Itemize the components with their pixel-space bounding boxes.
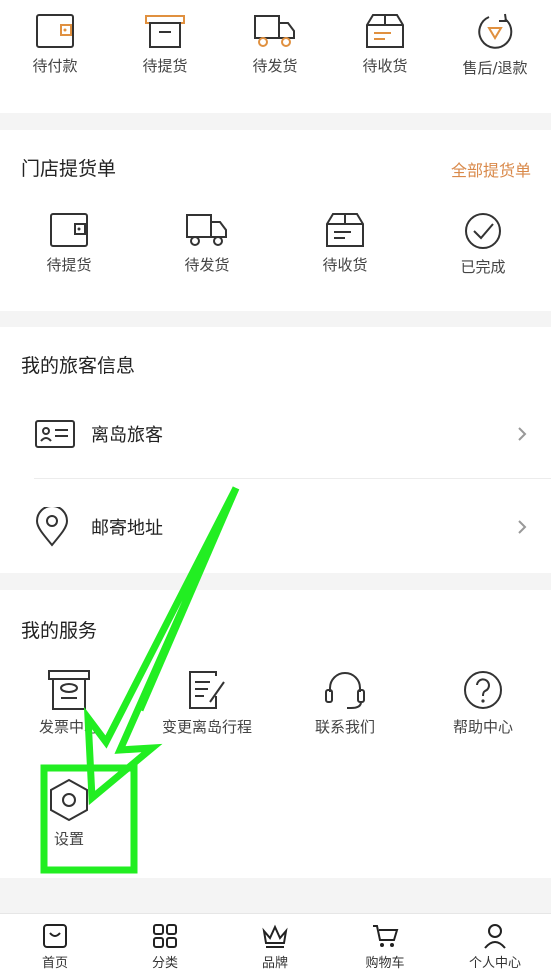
chevron-right-icon — [518, 519, 527, 534]
store-pickup-title: 门店提货单 — [21, 158, 117, 180]
service-label: 变更离岛行程 — [161, 718, 252, 736]
service-contact-us[interactable]: 联系我们 — [290, 670, 400, 737]
service-label: 发票中心 — [38, 718, 99, 736]
package-icon — [326, 213, 364, 247]
pickup-label: 待发货 — [184, 256, 230, 274]
service-label: 联系我们 — [314, 718, 375, 736]
tab-category[interactable]: 分类 — [110, 914, 220, 980]
service-help-center[interactable]: 帮助中心 — [428, 670, 538, 737]
service-invoice-center[interactable]: 发票中心 — [14, 670, 124, 737]
service-change-itinerary[interactable]: 变更离岛行程 — [152, 670, 262, 737]
service-label: 帮助中心 — [452, 718, 513, 736]
tab-home[interactable]: 首页 — [0, 914, 110, 980]
row-divider — [34, 478, 551, 479]
refund-icon — [478, 13, 513, 49]
grid-icon — [153, 924, 177, 948]
pickup-label: 已完成 — [460, 258, 506, 276]
id-card-icon — [35, 419, 75, 448]
service-label: 设置 — [53, 830, 84, 848]
location-pin-icon — [35, 506, 69, 547]
order-label: 待提货 — [142, 57, 188, 75]
row-label: 邮寄地址 — [91, 517, 163, 539]
chevron-right-icon — [518, 426, 527, 441]
tab-label: 首页 — [41, 956, 68, 971]
pickup-pending-receipt[interactable]: 待收货 — [290, 212, 400, 275]
wallet-icon — [36, 14, 74, 48]
row-label: 离岛旅客 — [91, 424, 163, 446]
bottom-tab-bar: 首页 分类 品牌 购物车 个人中心 — [0, 913, 551, 980]
box-icon — [145, 15, 185, 48]
order-status-section: 待付款 待提货 待发货 待收货 售后/退款 — [0, 0, 551, 113]
store-pickup-section: 门店提货单 全部提货单 待提货 待发货 待收货 已完成 — [0, 130, 551, 311]
row-outbound-traveler[interactable]: 离岛旅客 — [0, 387, 551, 480]
tab-label: 品牌 — [261, 956, 288, 971]
cart-icon — [373, 925, 399, 947]
order-label: 待收货 — [362, 57, 408, 75]
home-bag-icon — [43, 924, 67, 948]
order-pending-shipment[interactable]: 待发货 — [220, 13, 330, 76]
tab-profile[interactable]: 个人中心 — [440, 914, 550, 980]
invoice-icon — [48, 670, 90, 710]
services-title: 我的服务 — [21, 620, 98, 642]
tab-cart[interactable]: 购物车 — [330, 914, 440, 980]
tab-brand[interactable]: 品牌 — [220, 914, 330, 980]
tab-label: 个人中心 — [468, 956, 521, 971]
service-settings[interactable]: 设置 — [14, 778, 124, 849]
wallet-icon — [50, 213, 88, 247]
package-icon — [366, 14, 404, 48]
edit-document-icon — [189, 671, 225, 709]
traveler-info-title: 我的旅客信息 — [21, 355, 136, 377]
order-label: 待付款 — [32, 57, 78, 75]
traveler-info-section: 我的旅客信息 离岛旅客 邮寄地址 — [0, 327, 551, 573]
row-mailing-address[interactable]: 邮寄地址 — [0, 480, 551, 573]
pickup-pending[interactable]: 待提货 — [14, 212, 124, 275]
truck-icon — [186, 214, 227, 246]
pickup-completed[interactable]: 已完成 — [428, 212, 538, 277]
order-pending-pickup[interactable]: 待提货 — [110, 13, 220, 76]
check-circle-icon — [465, 213, 501, 249]
order-label: 售后/退款 — [462, 59, 528, 77]
user-icon — [484, 924, 506, 949]
truck-icon — [254, 15, 295, 47]
pickup-label: 待收货 — [322, 256, 368, 274]
settings-icon — [50, 778, 88, 822]
tab-label: 分类 — [151, 956, 178, 971]
tab-label: 购物车 — [365, 956, 405, 971]
order-after-sale[interactable]: 售后/退款 — [440, 13, 550, 78]
crown-icon — [262, 924, 288, 948]
pickup-label: 待提货 — [46, 256, 92, 274]
services-section: 我的服务 发票中心 变更离岛行程 联系我们 帮助中心 设置 — [0, 590, 551, 878]
headset-icon — [325, 672, 365, 709]
help-icon — [464, 671, 502, 709]
order-pending-receipt[interactable]: 待收货 — [330, 13, 440, 76]
order-pending-payment[interactable]: 待付款 — [0, 13, 110, 76]
all-pickup-orders-link[interactable]: 全部提货单 — [451, 157, 531, 181]
order-label: 待发货 — [252, 57, 298, 75]
pickup-pending-shipment[interactable]: 待发货 — [152, 212, 262, 275]
